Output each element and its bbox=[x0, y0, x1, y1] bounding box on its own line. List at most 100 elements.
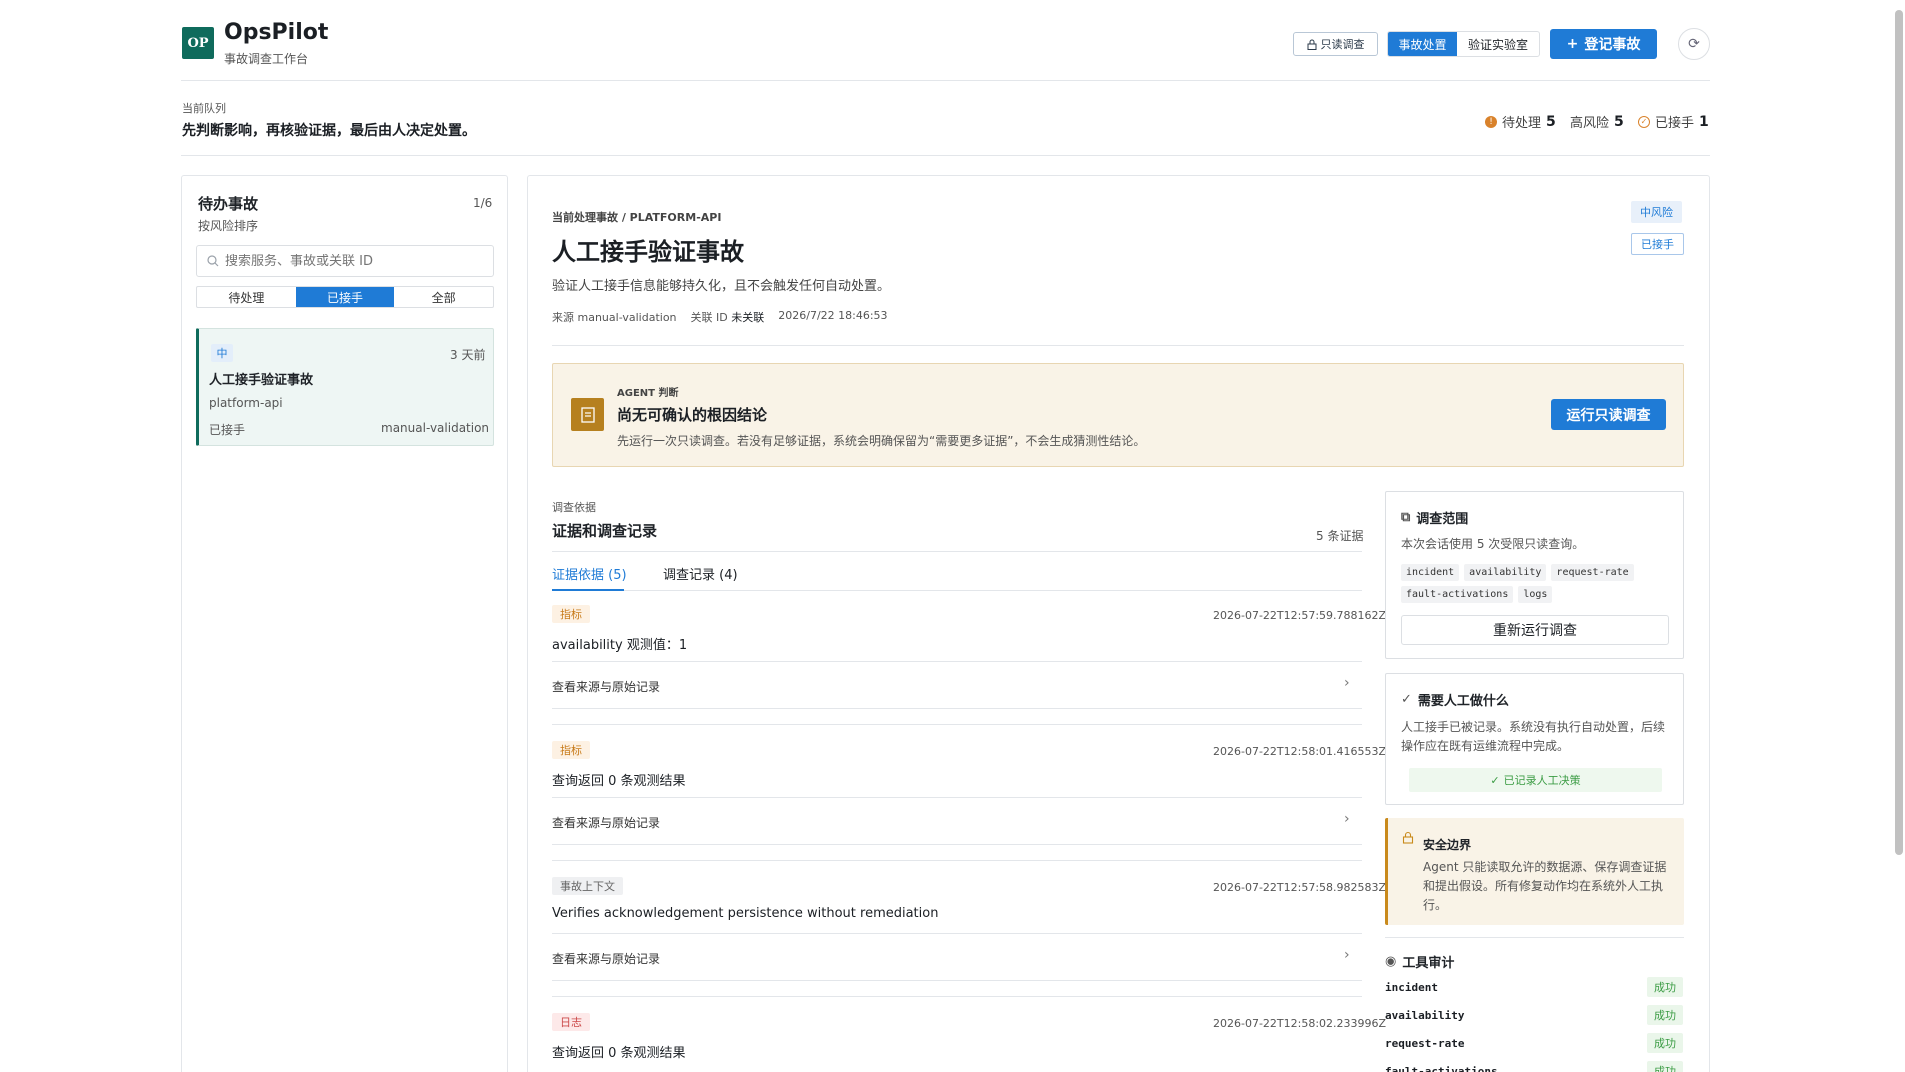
incident-meta: 来源 manual-validation 关联 ID 未关联 2026/7/22… bbox=[552, 309, 888, 325]
tool-audit-title: ◉ 工具审计 bbox=[1385, 954, 1455, 971]
check-icon: ✓ bbox=[1401, 692, 1412, 707]
plus-icon: + bbox=[1566, 36, 1579, 52]
scope-chip: incident bbox=[1401, 564, 1460, 581]
evidence-count: 5 条证据 bbox=[1316, 529, 1364, 543]
acknowledged-badge: 已接手 bbox=[1631, 233, 1684, 255]
meta-timestamp: 2026/7/22 18:46:53 bbox=[778, 309, 888, 322]
readonly-investigation-label: 只读调查 bbox=[1320, 38, 1365, 51]
breadcrumb: 当前处理事故 / PLATFORM-API bbox=[552, 211, 722, 224]
audit-tool-name: availability bbox=[1385, 1009, 1465, 1022]
queue-panel-count: 1/6 bbox=[473, 196, 493, 210]
evidence-value: Verifies acknowledgement persistence wit… bbox=[552, 906, 939, 921]
severity-badge: 中 bbox=[211, 344, 233, 362]
filter-pending[interactable]: 待处理 bbox=[197, 287, 296, 307]
view-source-link[interactable]: 查看来源与原始记录 bbox=[552, 814, 660, 831]
detail-divider bbox=[552, 345, 1684, 346]
queue-label: 当前队列 bbox=[182, 102, 226, 115]
evidence-value: 查询返回 0 条观测结果 bbox=[552, 774, 686, 789]
evidence-divider bbox=[552, 980, 1362, 981]
evidence-type-badge: 事故上下文 bbox=[552, 877, 623, 895]
tab-evidence[interactable]: 证据依据 (5) bbox=[552, 564, 627, 583]
stat-acked-label: 已接手 bbox=[1655, 116, 1695, 131]
readonly-investigation-button[interactable]: 只读调查 bbox=[1293, 32, 1378, 56]
evidence-section-label: 调查依据 bbox=[552, 501, 596, 514]
view-source-link[interactable]: 查看来源与原始记录 bbox=[552, 678, 660, 695]
agent-label: AGENT 判断 bbox=[617, 388, 679, 399]
stat-pending-value: 5 bbox=[1546, 113, 1556, 130]
eye-icon: ◉ bbox=[1385, 954, 1397, 969]
scope-text: 本次会话使用 5 次受限只读查询。 bbox=[1401, 537, 1585, 551]
incident-list-state: 已接手 bbox=[209, 423, 246, 437]
evidence-type-badge: 日志 bbox=[552, 1013, 590, 1031]
mode-incident-tab[interactable]: 事故处置 bbox=[1388, 32, 1458, 56]
decision-recorded-badge: ✓ 已记录人工决策 bbox=[1409, 768, 1662, 792]
chevron-right-icon[interactable]: › bbox=[1344, 811, 1350, 827]
scope-chips: incident availability request-rate fault… bbox=[1401, 564, 1671, 603]
search-icon bbox=[207, 255, 219, 267]
run-readonly-investigation-button[interactable]: 运行只读调查 bbox=[1551, 399, 1666, 430]
evidence-timestamp: 2026-07-22T12:57:58.982583Z bbox=[1213, 881, 1387, 894]
human-action-title: ✓ 需要人工做什么 bbox=[1401, 692, 1509, 709]
evidence-value: availability 观测值：1 bbox=[552, 638, 688, 653]
check-icon: ✓ bbox=[1490, 773, 1500, 787]
meta-source: 来源 manual-validation bbox=[552, 311, 677, 324]
human-action-text: 人工接手已被记录。系统没有执行自动处置，后续操作应在既有运维流程中完成。 bbox=[1401, 720, 1666, 753]
evidence-divider bbox=[552, 996, 1362, 997]
stat-high-value: 5 bbox=[1614, 113, 1624, 130]
tab-records[interactable]: 调查记录 (4) bbox=[663, 564, 738, 583]
evidence-type-badge: 指标 bbox=[552, 605, 590, 623]
evidence-divider bbox=[552, 860, 1362, 861]
safety-title: 安全边界 bbox=[1423, 838, 1472, 852]
evidence-divider bbox=[552, 797, 1362, 798]
stat-high-label: 高风险 bbox=[1570, 116, 1610, 131]
register-incident-button[interactable]: + 登记事故 bbox=[1550, 29, 1657, 59]
header-divider bbox=[181, 80, 1710, 81]
app-title: OpsPilot bbox=[224, 20, 329, 45]
scope-chip: fault-activations bbox=[1401, 586, 1514, 603]
document-icon bbox=[571, 398, 604, 431]
scrollbar-thumb[interactable] bbox=[1895, 10, 1903, 855]
filter-all[interactable]: 全部 bbox=[394, 287, 493, 307]
stat-high-risk: 高风险 5 bbox=[1570, 112, 1624, 132]
app-subtitle: 事故调查工作台 bbox=[224, 52, 309, 66]
incident-title: 人工接手验证事故 bbox=[552, 238, 744, 266]
search-input[interactable] bbox=[225, 253, 475, 269]
evidence-timestamp: 2026-07-22T12:58:01.416553Z bbox=[1213, 745, 1387, 758]
incident-description: 验证人工接手信息能够持久化，且不会触发任何自动处置。 bbox=[552, 279, 891, 294]
evidence-type-badge: 指标 bbox=[552, 741, 590, 759]
mode-lab-tab[interactable]: 验证实验室 bbox=[1457, 32, 1539, 56]
agent-conclusion: 尚无可确认的根因结论 bbox=[617, 406, 768, 424]
evidence-value: 查询返回 0 条观测结果 bbox=[552, 1046, 686, 1061]
view-source-link[interactable]: 查看来源与原始记录 bbox=[552, 950, 660, 967]
audit-divider bbox=[1385, 937, 1684, 938]
audit-status-badge: 成功 bbox=[1647, 977, 1683, 997]
check-circle-icon: ✓ bbox=[1638, 115, 1650, 128]
queue-guidance: 先判断影响，再核验证据，最后由人决定处置。 bbox=[182, 123, 476, 139]
meta-ref: 关联 ID 未关联 bbox=[690, 311, 765, 324]
register-incident-label: 登记事故 bbox=[1584, 37, 1641, 53]
stat-pending: ! 待处理 5 bbox=[1485, 112, 1556, 131]
mode-switch: 事故处置 验证实验室 bbox=[1387, 31, 1540, 57]
stat-acknowledged: ✓ 已接手 1 bbox=[1638, 112, 1709, 131]
app-logo: OP bbox=[182, 27, 214, 59]
audit-status-badge: 成功 bbox=[1647, 1033, 1683, 1053]
chevron-right-icon[interactable]: › bbox=[1344, 675, 1350, 691]
rerun-investigation-button[interactable]: 重新运行调查 bbox=[1401, 615, 1669, 645]
filter-acknowledged[interactable]: 已接手 bbox=[295, 287, 395, 307]
audit-status-badge: 成功 bbox=[1647, 1061, 1683, 1072]
incident-queue-panel bbox=[181, 175, 508, 1072]
refresh-button[interactable]: ⟳ bbox=[1678, 28, 1710, 60]
layers-icon: ⧉ bbox=[1401, 510, 1411, 525]
stat-pending-label: 待处理 bbox=[1502, 116, 1542, 131]
incident-list-source: manual-validation bbox=[381, 421, 490, 435]
evidence-timestamp: 2026-07-22T12:58:02.233996Z bbox=[1213, 1017, 1387, 1030]
audit-tool-name: incident bbox=[1385, 981, 1438, 994]
lock-icon bbox=[1402, 831, 1414, 848]
evidence-divider bbox=[552, 844, 1362, 845]
search-box bbox=[196, 245, 494, 277]
agent-description: 先运行一次只读调查。若没有足够证据，系统会明确保留为“需要更多证据”，不会生成猜… bbox=[617, 434, 1146, 448]
chevron-right-icon[interactable]: › bbox=[1344, 947, 1350, 963]
lock-icon bbox=[1307, 39, 1316, 50]
safety-text: Agent 只能读取允许的数据源、保存调查证据和提出假设。所有修复动作均在系统外… bbox=[1423, 860, 1667, 912]
incident-list-title: 人工接手验证事故 bbox=[209, 373, 314, 388]
